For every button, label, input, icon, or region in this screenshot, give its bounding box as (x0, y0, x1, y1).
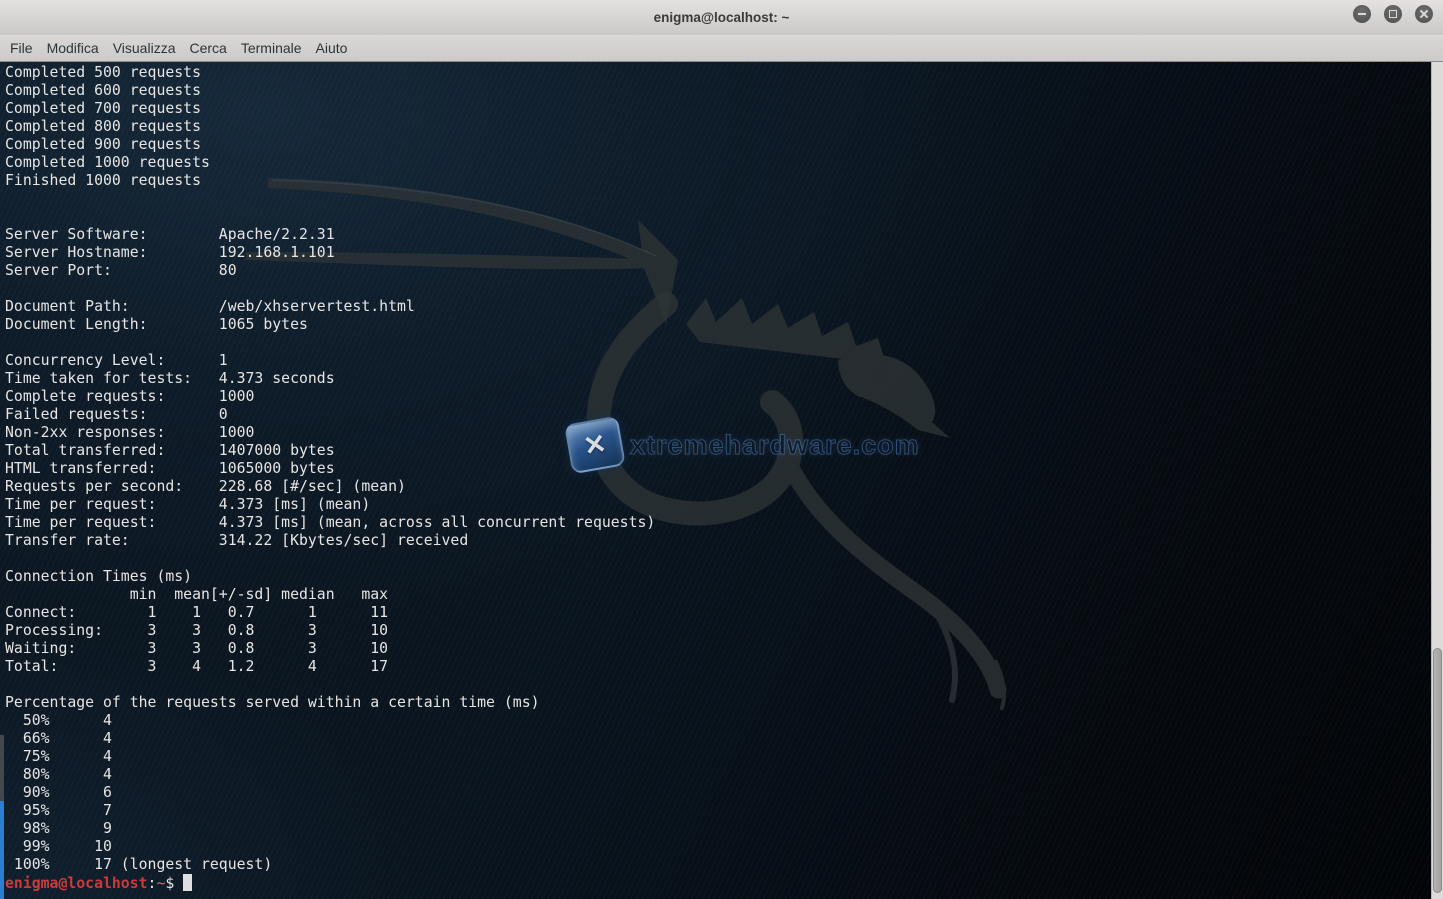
terminal-scrollbar[interactable] (1431, 62, 1443, 899)
terminal-line: Completed 600 requests (5, 82, 1431, 100)
close-button[interactable] (1415, 5, 1433, 23)
terminal-line (5, 208, 1431, 226)
terminal-window: enigma@localhost: ~ File Modifica Visual… (0, 0, 1443, 899)
terminal-line: Processing: 3 3 0.8 3 10 (5, 622, 1431, 640)
scrollbar-thumb[interactable] (1433, 648, 1442, 893)
terminal-line: Connect: 1 1 0.7 1 11 (5, 604, 1431, 622)
menu-terminale[interactable]: Terminale (234, 35, 309, 61)
terminal-line: Percentage of the requests served within… (5, 694, 1431, 712)
terminal-line (5, 334, 1431, 352)
terminal-line (5, 280, 1431, 298)
terminal-line: 98% 9 (5, 820, 1431, 838)
terminal-line: 90% 6 (5, 784, 1431, 802)
menu-modifica[interactable]: Modifica (40, 35, 106, 61)
terminal-cursor (183, 874, 192, 891)
prompt-user-host: enigma@localhost (5, 875, 148, 892)
terminal-line: 80% 4 (5, 766, 1431, 784)
menu-cerca[interactable]: Cerca (182, 35, 233, 61)
terminal-line: Completed 800 requests (5, 118, 1431, 136)
prompt-line: enigma@localhost:~$ (5, 874, 1431, 892)
terminal-line: Requests per second: 228.68 [#/sec] (mea… (5, 478, 1431, 496)
terminal-output-area[interactable]: ✕ xtremehardware.com Completed 500 reque… (0, 62, 1443, 899)
terminal-line: Complete requests: 1000 (5, 388, 1431, 406)
menu-file[interactable]: File (3, 35, 40, 61)
close-icon (1415, 5, 1433, 23)
terminal-line: 99% 10 (5, 838, 1431, 856)
maximize-button[interactable] (1384, 5, 1402, 23)
terminal-line: Completed 900 requests (5, 136, 1431, 154)
background-window-sliver-blue (0, 801, 4, 899)
terminal-line: Time per request: 4.373 [ms] (mean, acro… (5, 514, 1431, 532)
window-controls (1353, 5, 1433, 23)
menubar: File Modifica Visualizza Cerca Terminale… (0, 35, 1443, 62)
menu-aiuto[interactable]: Aiuto (309, 35, 355, 61)
terminal-line: 95% 7 (5, 802, 1431, 820)
terminal-line: Non-2xx responses: 1000 (5, 424, 1431, 442)
maximize-icon (1384, 5, 1402, 23)
terminal-line: 50% 4 (5, 712, 1431, 730)
terminal-line: Total: 3 4 1.2 4 17 (5, 658, 1431, 676)
terminal-line: 66% 4 (5, 730, 1431, 748)
terminal-line: Transfer rate: 314.22 [Kbytes/sec] recei… (5, 532, 1431, 550)
terminal-line: Document Path: /web/xhservertest.html (5, 298, 1431, 316)
terminal-line: Connection Times (ms) (5, 568, 1431, 586)
terminal-line: min mean[+/-sd] median max (5, 586, 1431, 604)
terminal-line: Server Software: Apache/2.2.31 (5, 226, 1431, 244)
terminal-line (5, 550, 1431, 568)
terminal-line: Finished 1000 requests (5, 172, 1431, 190)
terminal-line: 75% 4 (5, 748, 1431, 766)
prompt-dollar: $ (165, 875, 183, 892)
terminal-line: Server Port: 80 (5, 262, 1431, 280)
terminal-line: Failed requests: 0 (5, 406, 1431, 424)
terminal-line: Concurrency Level: 1 (5, 352, 1431, 370)
titlebar[interactable]: enigma@localhost: ~ (0, 0, 1443, 35)
terminal-line: Time per request: 4.373 [ms] (mean) (5, 496, 1431, 514)
minimize-icon (1353, 5, 1371, 23)
background-window-sliver-gray (0, 735, 4, 801)
terminal-line (5, 190, 1431, 208)
terminal-text: Completed 500 requests Completed 600 req… (0, 62, 1431, 899)
terminal-line: 100% 17 (longest request) (5, 856, 1431, 874)
window-title: enigma@localhost: ~ (0, 0, 1443, 35)
terminal-line: Total transferred: 1407000 bytes (5, 442, 1431, 460)
terminal-line (5, 676, 1431, 694)
terminal-line: Completed 700 requests (5, 100, 1431, 118)
menu-visualizza[interactable]: Visualizza (106, 35, 183, 61)
terminal-line: Completed 500 requests (5, 64, 1431, 82)
terminal-line: Time taken for tests: 4.373 seconds (5, 370, 1431, 388)
terminal-line: Waiting: 3 3 0.8 3 10 (5, 640, 1431, 658)
minimize-button[interactable] (1353, 5, 1371, 23)
terminal-line: Server Hostname: 192.168.1.101 (5, 244, 1431, 262)
terminal-line: Document Length: 1065 bytes (5, 316, 1431, 334)
terminal-line: HTML transferred: 1065000 bytes (5, 460, 1431, 478)
terminal-line: Completed 1000 requests (5, 154, 1431, 172)
